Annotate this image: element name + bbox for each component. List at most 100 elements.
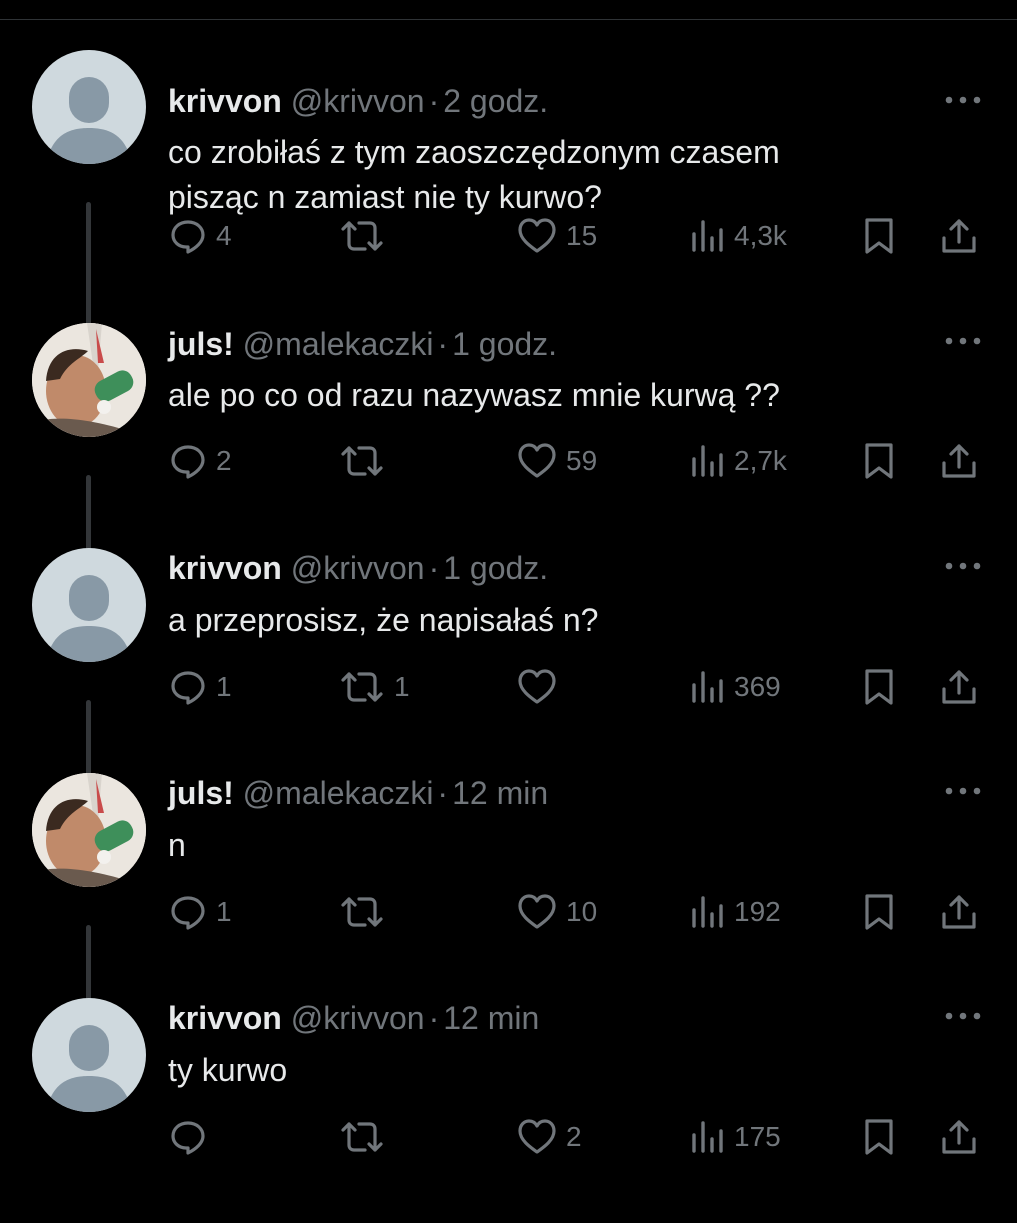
retweet-button[interactable] — [338, 214, 394, 258]
reply-icon — [171, 1121, 205, 1155]
action-bar: 2 59 2,7k — [0, 439, 1017, 483]
profile-photo-icon — [32, 323, 146, 437]
share-button[interactable] — [940, 1115, 978, 1159]
reply-button[interactable]: 4 — [168, 214, 232, 258]
views-button[interactable]: 192 — [690, 890, 781, 934]
like-button[interactable]: 15 — [516, 214, 597, 258]
avatar[interactable] — [32, 548, 146, 662]
action-bar: 4 15 4,3k — [0, 214, 1017, 258]
tweet-header: juls! @malekaczki · 1 godz. — [168, 324, 557, 364]
timestamp[interactable]: 12 min — [452, 775, 548, 811]
reply-button[interactable]: 1 — [168, 890, 232, 934]
tweet-header: krivvon @krivvon · 12 min — [168, 998, 539, 1038]
bookmark-icon — [865, 443, 893, 479]
separator-dot: · — [428, 550, 440, 586]
author-name[interactable]: juls! — [168, 326, 234, 362]
like-icon — [518, 669, 556, 704]
more-horizontal-icon[interactable] — [944, 781, 982, 801]
share-icon — [942, 444, 976, 478]
retweet-button[interactable] — [338, 890, 394, 934]
tweet-header: krivvon @krivvon · 2 godz. — [168, 81, 548, 121]
tweet[interactable]: krivvon @krivvon · 12 min ty kurwo 2 175 — [0, 998, 1017, 1223]
like-button[interactable] — [516, 665, 566, 709]
tweet[interactable]: krivvon @krivvon · 2 godz. co zrobiłaś z t… — [0, 50, 1017, 362]
retweet-button[interactable] — [338, 1115, 394, 1159]
bookmark-button[interactable] — [862, 439, 896, 483]
like-icon — [518, 218, 556, 253]
views-icon — [692, 445, 723, 477]
tweet[interactable]: juls! @malekaczki · 1 godz. ale po co od r… — [0, 323, 1017, 635]
views-button[interactable]: 369 — [690, 665, 781, 709]
action-bar: 1 1 369 — [0, 665, 1017, 709]
more-horizontal-icon[interactable] — [944, 90, 982, 110]
author-name[interactable]: krivvon — [168, 83, 282, 119]
views-button[interactable]: 4,3k — [690, 214, 787, 258]
more-horizontal-icon[interactable] — [944, 556, 982, 576]
reply-button[interactable]: 2 — [168, 439, 232, 483]
bookmark-button[interactable] — [862, 665, 896, 709]
share-icon — [942, 895, 976, 929]
reply-count: 1 — [216, 671, 232, 702]
author-handle[interactable]: @krivvon — [291, 83, 425, 119]
action-bar: 1 10 192 — [0, 890, 1017, 934]
reply-icon — [171, 671, 205, 705]
bookmark-icon — [865, 669, 893, 705]
author-handle[interactable]: @malekaczki — [243, 775, 434, 811]
author-name[interactable]: juls! — [168, 775, 234, 811]
tweet[interactable]: juls! @malekaczki · 12 min n 1 10 192 — [0, 773, 1017, 1085]
views-button[interactable]: 2,7k — [690, 439, 787, 483]
bookmark-button[interactable] — [862, 890, 896, 934]
bookmark-button[interactable] — [862, 1115, 896, 1159]
tweet-text: a przeprosisz, że napisałaś n? — [168, 602, 599, 638]
like-icon — [518, 443, 556, 478]
tweet-text: ale po co od razu nazywasz mnie kurwą ?? — [168, 377, 780, 413]
author-handle[interactable]: @malekaczki — [243, 326, 434, 362]
author-handle[interactable]: @krivvon — [291, 1000, 425, 1036]
avatar[interactable] — [32, 998, 146, 1112]
retweet-button[interactable] — [338, 439, 394, 483]
bookmark-icon — [865, 218, 893, 254]
author-name[interactable]: krivvon — [168, 1000, 282, 1036]
share-button[interactable] — [940, 214, 978, 258]
more-horizontal-icon[interactable] — [944, 331, 982, 351]
reply-count: 2 — [216, 445, 232, 476]
retweet-icon — [341, 1122, 383, 1152]
tweet[interactable]: krivvon @krivvon · 1 godz. a przeprosisz, … — [0, 548, 1017, 860]
reply-button[interactable] — [168, 1115, 216, 1159]
timestamp[interactable]: 1 godz. — [452, 326, 557, 362]
timestamp[interactable]: 12 min — [443, 1000, 539, 1036]
share-button[interactable] — [940, 890, 978, 934]
like-button[interactable]: 59 — [516, 439, 597, 483]
views-button[interactable]: 175 — [690, 1115, 781, 1159]
bookmark-icon — [865, 1119, 893, 1155]
default-avatar-icon — [46, 1025, 132, 1112]
avatar[interactable] — [32, 50, 146, 164]
like-button[interactable]: 2 — [516, 1115, 582, 1159]
like-icon — [518, 894, 556, 929]
like-button[interactable]: 10 — [516, 890, 597, 934]
like-icon — [518, 1119, 556, 1154]
avatar[interactable] — [32, 323, 146, 437]
timestamp[interactable]: 1 godz. — [443, 550, 548, 586]
retweet-icon — [341, 672, 383, 702]
retweet-button[interactable]: 1 — [338, 665, 410, 709]
share-button[interactable] — [940, 665, 978, 709]
share-button[interactable] — [940, 439, 978, 483]
reply-button[interactable]: 1 — [168, 665, 232, 709]
retweet-count: 1 — [394, 671, 410, 702]
views-count: 175 — [734, 1121, 781, 1152]
more-horizontal-icon[interactable] — [944, 1006, 982, 1026]
avatar[interactable] — [32, 773, 146, 887]
author-name[interactable]: krivvon — [168, 550, 282, 586]
timestamp[interactable]: 2 godz. — [443, 83, 548, 119]
bookmark-button[interactable] — [862, 214, 896, 258]
views-count: 4,3k — [734, 220, 787, 251]
tweet-header: juls! @malekaczki · 12 min — [168, 773, 548, 813]
author-handle[interactable]: @krivvon — [291, 550, 425, 586]
views-icon — [692, 896, 723, 928]
action-bar: 2 175 — [0, 1115, 1017, 1159]
bookmark-icon — [865, 894, 893, 930]
like-count: 59 — [566, 445, 598, 476]
reply-icon — [171, 445, 205, 479]
separator-dot: · — [437, 326, 449, 362]
